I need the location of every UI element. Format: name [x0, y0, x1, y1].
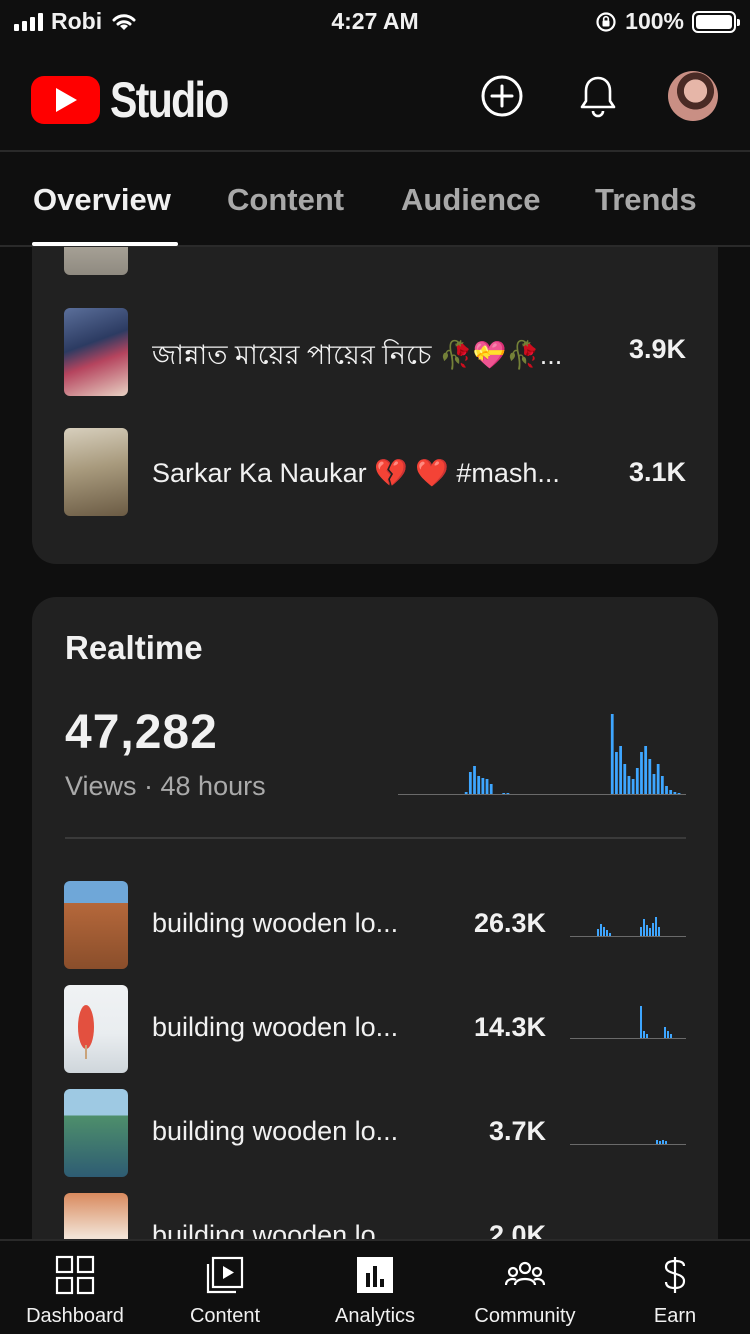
- video-thumbnail[interactable]: [64, 428, 128, 516]
- nav-earn[interactable]: Earn: [600, 1241, 750, 1334]
- status-right: 100%: [595, 8, 740, 35]
- video-views: 3.7K: [488, 1116, 546, 1146]
- notifications-button[interactable]: [576, 74, 620, 118]
- bell-icon: [580, 76, 616, 118]
- video-title[interactable]: Sarkar Ka Naukar 💔 ❤️ #mash...: [152, 457, 592, 489]
- nav-dashboard[interactable]: Dashboard: [0, 1241, 150, 1334]
- tab-content[interactable]: Content: [227, 182, 344, 218]
- chart-bar: [473, 766, 476, 794]
- video-thumbnail[interactable]: [64, 1089, 128, 1177]
- video-views: 3.1K: [628, 457, 686, 487]
- video-title[interactable]: building wooden lo...: [152, 1220, 437, 1239]
- video-thumbnail[interactable]: [64, 247, 128, 275]
- top-content-card: জান্নাত মায়ের পায়ের নিচে 🥀💝🥀... 3.9K S…: [32, 247, 718, 564]
- chart-bar: [677, 793, 681, 794]
- content-icon: [206, 1256, 244, 1294]
- chart-bar: [652, 774, 656, 794]
- status-bar: Robi 4:27 AM 100%: [0, 0, 750, 44]
- nav-label: Dashboard: [26, 1305, 124, 1327]
- earn-icon: [664, 1257, 686, 1293]
- chart-bar: [644, 746, 648, 794]
- tab-audience[interactable]: Audience: [401, 182, 541, 218]
- nav-community[interactable]: Community: [450, 1241, 600, 1334]
- add-circle-icon: [481, 75, 523, 117]
- youtube-logo-icon: [31, 76, 100, 124]
- video-title[interactable]: building wooden lo...: [152, 1012, 437, 1043]
- chart-bar: [673, 792, 677, 794]
- nav-label: Earn: [653, 1305, 697, 1327]
- active-tab-indicator: [32, 242, 178, 246]
- chart-bar: [640, 752, 643, 794]
- chart-bar: [669, 790, 673, 794]
- chart-bar: [623, 764, 627, 794]
- video-sparkline: [570, 917, 686, 937]
- video-sparkline: [570, 1140, 686, 1145]
- battery-icon: [692, 10, 740, 33]
- chart-bar: [481, 778, 485, 794]
- chart-bar: [635, 768, 639, 794]
- realtime-views-chart: [398, 714, 686, 795]
- avatar[interactable]: [668, 71, 718, 121]
- chart-bar: [485, 779, 489, 794]
- divider: [65, 837, 686, 839]
- bottom-nav: Dashboard Content Analytics Community Ea…: [0, 1239, 750, 1334]
- realtime-card[interactable]: Realtime 47,282 Views · 48 hours buildin…: [32, 597, 718, 1239]
- chart-bar: [665, 786, 668, 794]
- video-views: 14.3K: [473, 1012, 546, 1042]
- realtime-views-count: 47,282: [65, 706, 218, 759]
- tab-overview[interactable]: Overview: [33, 182, 171, 218]
- video-sparkline: [570, 1006, 686, 1039]
- overview-scroll[interactable]: জান্নাত মায়ের পায়ের নিচে 🥀💝🥀... 3.9K S…: [0, 247, 750, 1239]
- analytics-icon: [357, 1257, 393, 1293]
- chart-bar: [660, 776, 664, 794]
- chart-bar: [464, 792, 468, 794]
- video-thumbnail[interactable]: [64, 308, 128, 396]
- video-thumbnail[interactable]: [64, 1193, 128, 1239]
- dashboard-icon: [55, 1255, 95, 1295]
- app-header: Studio: [0, 44, 750, 150]
- video-views: 2.0K: [488, 1220, 546, 1239]
- community-icon: [505, 1261, 545, 1286]
- chart-bar: [477, 776, 481, 794]
- chart-bar: [615, 752, 618, 794]
- chart-bar: [656, 764, 660, 794]
- chart-bar: [619, 746, 622, 794]
- nav-analytics[interactable]: Analytics: [300, 1241, 450, 1334]
- video-views: 3.9K: [628, 334, 686, 364]
- nav-label: Analytics: [334, 1305, 416, 1327]
- create-button[interactable]: [480, 74, 524, 118]
- nav-label: Content: [189, 1305, 261, 1327]
- chart-bar: [627, 776, 631, 794]
- nav-label: Community: [474, 1305, 576, 1327]
- chart-bar: [610, 714, 614, 794]
- video-thumbnail[interactable]: [64, 985, 128, 1073]
- orientation-lock-icon: [596, 11, 616, 32]
- studio-logo[interactable]: Studio: [31, 71, 254, 129]
- chart-bar: [631, 779, 635, 794]
- video-title[interactable]: building wooden lo...: [152, 908, 437, 939]
- video-views: 26.3K: [473, 908, 546, 938]
- video-title[interactable]: building wooden lo...: [152, 1116, 437, 1147]
- chart-bar: [506, 793, 510, 794]
- app-name: Studio: [110, 72, 229, 128]
- tab-bar: Overview Content Audience Trends: [0, 150, 750, 247]
- chart-bar: [468, 772, 472, 794]
- realtime-title: Realtime: [65, 629, 203, 666]
- realtime-subtitle: Views · 48 hours: [65, 771, 266, 801]
- chart-bar: [648, 759, 652, 794]
- video-thumbnail[interactable]: [64, 881, 128, 969]
- tab-trends[interactable]: Trends: [595, 182, 697, 218]
- nav-content[interactable]: Content: [150, 1241, 300, 1334]
- chart-bar: [502, 793, 506, 794]
- battery-percent: 100%: [625, 8, 684, 34]
- video-title[interactable]: জান্নাত মায়ের পায়ের নিচে 🥀💝🥀...: [152, 335, 592, 380]
- chart-bar: [489, 784, 493, 794]
